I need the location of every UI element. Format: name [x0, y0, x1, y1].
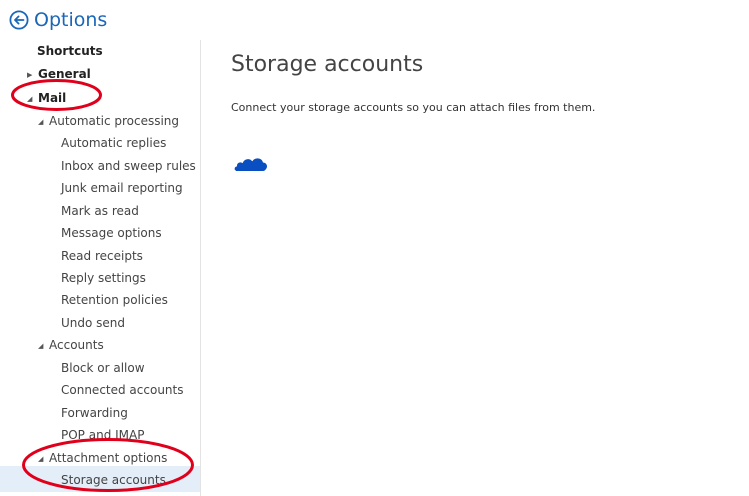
- sidebar-nav: Shortcuts ▶ General ◢ Mail ◢ Automatic proc…: [0, 40, 200, 496]
- sidebar-item-label: Accounts: [49, 338, 104, 352]
- sidebar-item-connected-accounts[interactable]: Connected accounts: [61, 379, 184, 401]
- triangle-expanded-icon[interactable]: ◢: [27, 88, 35, 110]
- main-content: Storage accounts Connect your storage ac…: [231, 50, 595, 114]
- sidebar-item-mail[interactable]: ◢ Mail: [27, 87, 66, 109]
- sidebar-item-read-receipts[interactable]: Read receipts: [61, 245, 143, 267]
- sidebar-item-mark-as-read[interactable]: Mark as read: [61, 200, 139, 222]
- back-arrow-icon[interactable]: [9, 10, 29, 30]
- sidebar-item-pop-and-imap[interactable]: POP and IMAP: [61, 424, 144, 446]
- options-title: Options: [34, 9, 108, 31]
- sidebar-item-label: Mail: [38, 91, 67, 105]
- triangle-expanded-icon[interactable]: ◢: [38, 448, 46, 470]
- triangle-expanded-icon[interactable]: ◢: [38, 335, 46, 357]
- sidebar-group-accounts[interactable]: ◢ Accounts: [38, 334, 104, 356]
- sidebar-item-shortcuts[interactable]: Shortcuts: [37, 40, 103, 62]
- sidebar-item-general[interactable]: ▶ General: [27, 63, 91, 85]
- sidebar-item-label: General: [38, 67, 91, 81]
- triangle-right-icon[interactable]: ▶: [27, 64, 35, 86]
- sidebar-item-retention-policies[interactable]: Retention policies: [61, 289, 168, 311]
- sidebar-item-message-options[interactable]: Message options: [61, 222, 162, 244]
- page-description: Connect your storage accounts so you can…: [231, 101, 596, 114]
- sidebar-item-forwarding[interactable]: Forwarding: [61, 402, 128, 424]
- sidebar-item-inbox-sweep-rules[interactable]: Inbox and sweep rules: [61, 155, 196, 177]
- sidebar-group-automatic-processing[interactable]: ◢ Automatic processing: [38, 110, 179, 132]
- sidebar-divider: [200, 40, 201, 496]
- sidebar-item-block-or-allow[interactable]: Block or allow: [61, 357, 145, 379]
- sidebar-item-reply-settings[interactable]: Reply settings: [61, 267, 146, 289]
- sidebar-group-attachment-options[interactable]: ◢ Attachment options: [38, 447, 167, 469]
- sidebar-item-storage-accounts[interactable]: Storage accounts: [61, 469, 166, 491]
- sidebar-item-label: Automatic processing: [49, 114, 180, 128]
- onedrive-cloud-icon[interactable]: [233, 151, 269, 173]
- options-header: Options: [9, 9, 107, 31]
- sidebar-item-automatic-replies[interactable]: Automatic replies: [61, 132, 166, 154]
- page-title: Storage accounts: [231, 52, 424, 77]
- sidebar-item-label: Shortcuts: [37, 44, 103, 58]
- sidebar-item-label: Attachment options: [49, 451, 168, 465]
- triangle-expanded-icon[interactable]: ◢: [38, 111, 46, 133]
- sidebar-item-junk-email-reporting[interactable]: Junk email reporting: [61, 177, 183, 199]
- sidebar-item-undo-send[interactable]: Undo send: [61, 312, 125, 334]
